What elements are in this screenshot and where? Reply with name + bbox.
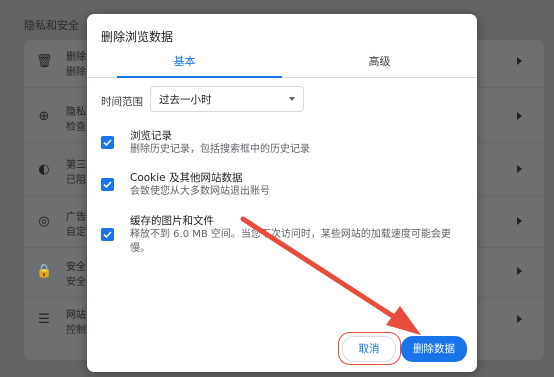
option-title: Cookie 及其他网站数据 bbox=[130, 172, 243, 184]
option-description: 释放不到 6.0 MB 空间。当您下次访问时，某些网站的加载速度可能会更慢。 bbox=[130, 229, 451, 254]
clear-data-button[interactable]: 删除数据 bbox=[401, 336, 467, 362]
dialog-title: 删除浏览数据 bbox=[101, 30, 174, 44]
tab-basic[interactable]: 基本 bbox=[87, 51, 282, 78]
option-description: 删除历史记录，包括搜索框中的历史记录 bbox=[130, 144, 310, 155]
section-title: 隐私和安全 bbox=[24, 19, 79, 32]
ad-icon: ◎ bbox=[38, 214, 50, 229]
check-icon bbox=[103, 139, 112, 147]
row-subtitle: 控制 bbox=[66, 325, 86, 336]
chevron-right-icon bbox=[517, 165, 522, 173]
row-title: 第三 bbox=[66, 160, 86, 171]
check-icon bbox=[103, 231, 112, 239]
row-title: 隐私 bbox=[66, 107, 86, 118]
row-subtitle: 检查 bbox=[66, 122, 86, 133]
chevron-right-icon bbox=[517, 112, 522, 120]
sliders-icon: ☰ bbox=[38, 312, 50, 327]
check-icon bbox=[103, 181, 112, 189]
row-subtitle: 已阻 bbox=[66, 175, 86, 186]
cache-checkbox[interactable] bbox=[101, 228, 114, 241]
option-title: 缓存的图片和文件 bbox=[130, 215, 214, 227]
option-cache: 缓存的图片和文件 释放不到 6.0 MB 空间。当您下次访问时，某些网站的加载速… bbox=[101, 213, 461, 259]
cookie-icon: ◐ bbox=[38, 162, 50, 177]
lock-icon: 🔒 bbox=[36, 264, 53, 279]
chevron-right-icon bbox=[517, 267, 522, 275]
row-subtitle: 删除 bbox=[66, 67, 86, 78]
row-title: 删除 bbox=[66, 52, 86, 63]
history-checkbox[interactable] bbox=[101, 136, 114, 149]
row-title: 广告 bbox=[66, 212, 86, 223]
caret-down-icon bbox=[289, 97, 295, 101]
chevron-right-icon bbox=[517, 315, 522, 323]
row-subtitle: 自定 bbox=[66, 227, 86, 238]
time-range-select[interactable]: 过去一小时 bbox=[150, 86, 304, 112]
option-title: 浏览记录 bbox=[130, 130, 172, 142]
shield-target-icon: ⊕ bbox=[38, 109, 50, 124]
row-title: 网站 bbox=[66, 310, 86, 321]
tab-advanced[interactable]: 高级 bbox=[282, 51, 477, 77]
row-title: 安全 bbox=[66, 262, 86, 273]
chevron-right-icon bbox=[517, 217, 522, 225]
tab-bar: 基本 高级 bbox=[87, 51, 477, 78]
clear-browsing-data-dialog: 删除浏览数据 基本 高级 时间范围 过去一小时 浏览记录 删除历史记录，包括搜索… bbox=[87, 14, 477, 372]
option-history: 浏览记录 删除历史记录，包括搜索框中的历史记录 bbox=[101, 128, 461, 158]
time-range-label: 时间范围 bbox=[101, 96, 143, 108]
row-subtitle: 安全 bbox=[66, 277, 86, 288]
chevron-right-icon bbox=[517, 57, 522, 65]
annotation-circle bbox=[338, 332, 401, 365]
option-description: 会致使您从大多数网站退出账号 bbox=[130, 186, 270, 197]
trash-icon: 🗑 bbox=[36, 54, 53, 69]
cookies-checkbox[interactable] bbox=[101, 178, 114, 191]
time-range-value: 过去一小时 bbox=[159, 94, 212, 106]
option-cookies: Cookie 及其他网站数据 会致使您从大多数网站退出账号 bbox=[101, 170, 461, 200]
